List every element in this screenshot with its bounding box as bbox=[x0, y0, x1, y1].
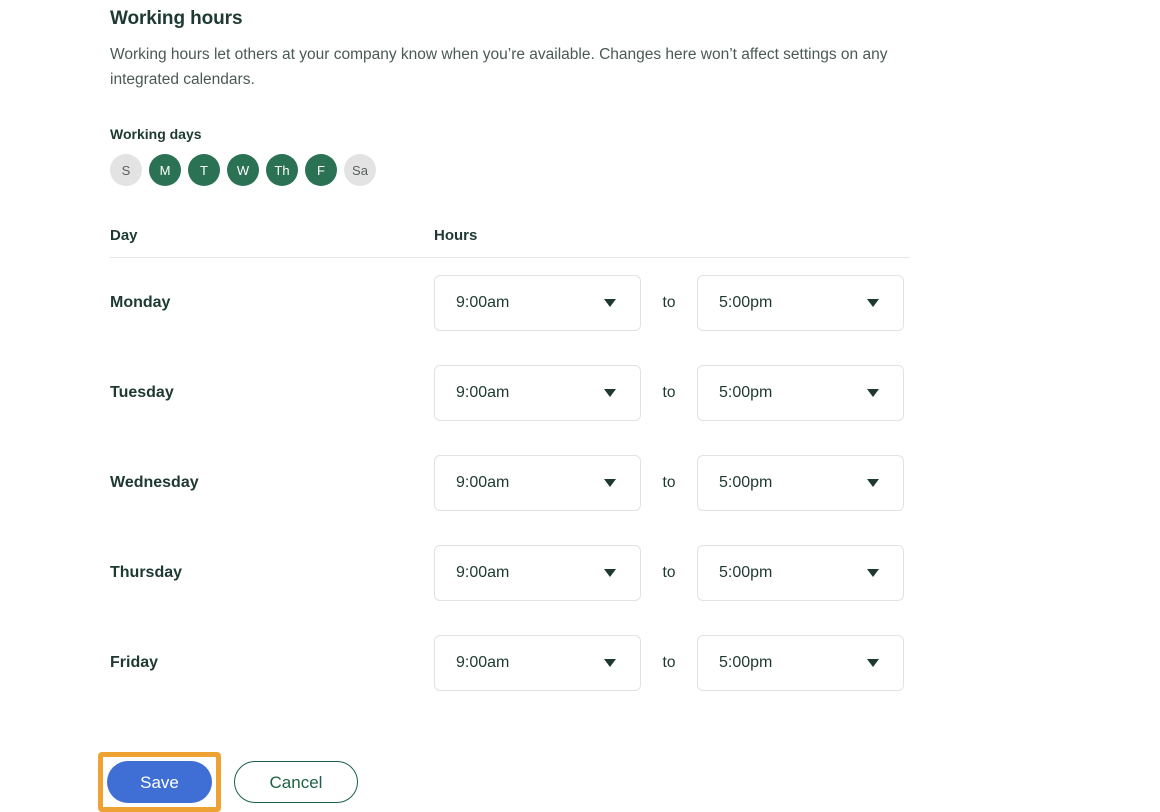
save-button[interactable]: Save bbox=[107, 761, 212, 803]
start-time-value: 9:00am bbox=[456, 654, 510, 671]
day-chip-tuesday[interactable]: T bbox=[188, 154, 220, 186]
end-time-value: 5:00pm bbox=[719, 564, 773, 581]
day-chip-label: W bbox=[236, 162, 250, 178]
row-day-label: Monday bbox=[110, 294, 171, 311]
to-separator-label: to bbox=[662, 474, 676, 491]
row-hours-group: 9:00am to 5:00pm bbox=[434, 545, 904, 601]
table-row: Tuesday 9:00am to 5:00pm bbox=[110, 348, 910, 438]
day-chip-label: Sa bbox=[352, 162, 368, 178]
day-chip-label: T bbox=[200, 162, 208, 178]
row-day-label: Friday bbox=[110, 654, 159, 671]
day-chip-thursday[interactable]: Th bbox=[266, 154, 298, 186]
start-time-value: 9:00am bbox=[456, 564, 510, 581]
start-time-select-tuesday[interactable]: 9:00am bbox=[434, 365, 641, 421]
start-time-select-friday[interactable]: 9:00am bbox=[434, 635, 641, 691]
to-separator-label: to bbox=[662, 384, 676, 401]
start-time-select-monday[interactable]: 9:00am bbox=[434, 275, 641, 331]
working-hours-table: Day Hours Monday 9:00am to 5:00pm Tuesda… bbox=[110, 226, 910, 708]
save-button-focus-ring: Save bbox=[98, 752, 221, 812]
chevron-down-icon bbox=[867, 479, 879, 487]
working-hours-settings-page: Working hours Working hours let others a… bbox=[0, 0, 1160, 812]
end-time-select-wednesday[interactable]: 5:00pm bbox=[697, 455, 904, 511]
start-time-value: 9:00am bbox=[456, 294, 510, 311]
settings-content: Working hours Working hours let others a… bbox=[98, 0, 1110, 812]
table-row: Monday 9:00am to 5:00pm bbox=[110, 258, 910, 348]
end-time-value: 5:00pm bbox=[719, 654, 773, 671]
working-days-label: Working days bbox=[110, 126, 202, 142]
table-row: Thursday 9:00am to 5:00pm bbox=[110, 528, 910, 618]
form-actions: Save Cancel bbox=[98, 752, 1110, 812]
end-time-value: 5:00pm bbox=[719, 384, 773, 401]
row-day-label: Tuesday bbox=[110, 384, 174, 401]
cancel-button[interactable]: Cancel bbox=[234, 761, 358, 803]
to-separator-label: to bbox=[662, 654, 676, 671]
end-time-select-monday[interactable]: 5:00pm bbox=[697, 275, 904, 331]
end-time-value: 5:00pm bbox=[719, 474, 773, 491]
chevron-down-icon bbox=[867, 659, 879, 667]
chevron-down-icon bbox=[867, 569, 879, 577]
start-time-value: 9:00am bbox=[456, 474, 510, 491]
to-separator-label: to bbox=[662, 294, 676, 311]
day-chip-label: S bbox=[121, 162, 131, 178]
chevron-down-icon bbox=[604, 479, 616, 487]
row-day-label: Wednesday bbox=[110, 474, 199, 491]
day-chip-label: M bbox=[159, 162, 171, 178]
row-hours-group: 9:00am to 5:00pm bbox=[434, 275, 904, 331]
table-header-row: Day Hours bbox=[110, 226, 910, 258]
start-time-select-wednesday[interactable]: 9:00am bbox=[434, 455, 641, 511]
start-time-value: 9:00am bbox=[456, 384, 510, 401]
chevron-down-icon bbox=[867, 389, 879, 397]
row-hours-group: 9:00am to 5:00pm bbox=[434, 635, 904, 691]
chevron-down-icon bbox=[867, 299, 879, 307]
day-chip-label: F bbox=[317, 162, 325, 178]
end-time-select-thursday[interactable]: 5:00pm bbox=[697, 545, 904, 601]
to-separator-label: to bbox=[662, 564, 676, 581]
end-time-select-tuesday[interactable]: 5:00pm bbox=[697, 365, 904, 421]
column-header-day: Day bbox=[110, 227, 138, 244]
section-description: Working hours let others at your company… bbox=[110, 46, 888, 88]
chevron-down-icon bbox=[604, 659, 616, 667]
start-time-select-thursday[interactable]: 9:00am bbox=[434, 545, 641, 601]
chevron-down-icon bbox=[604, 299, 616, 307]
day-chip-monday[interactable]: M bbox=[149, 154, 181, 186]
chevron-down-icon bbox=[604, 389, 616, 397]
row-day-label: Thursday bbox=[110, 564, 183, 581]
day-chip-friday[interactable]: F bbox=[305, 154, 337, 186]
column-header-hours: Hours bbox=[434, 227, 478, 244]
chevron-down-icon bbox=[604, 569, 616, 577]
day-chip-sunday[interactable]: S bbox=[110, 154, 142, 186]
table-row: Friday 9:00am to 5:00pm bbox=[110, 618, 910, 708]
working-days-chip-group: S M T W Th F Sa bbox=[110, 154, 1110, 186]
end-time-select-friday[interactable]: 5:00pm bbox=[697, 635, 904, 691]
day-chip-wednesday[interactable]: W bbox=[227, 154, 259, 186]
row-hours-group: 9:00am to 5:00pm bbox=[434, 455, 904, 511]
day-chip-label: Th bbox=[274, 162, 290, 178]
page-title: Working hours bbox=[110, 8, 243, 29]
end-time-value: 5:00pm bbox=[719, 294, 773, 311]
table-row: Wednesday 9:00am to 5:00pm bbox=[110, 438, 910, 528]
day-chip-saturday[interactable]: Sa bbox=[344, 154, 376, 186]
row-hours-group: 9:00am to 5:00pm bbox=[434, 365, 904, 421]
